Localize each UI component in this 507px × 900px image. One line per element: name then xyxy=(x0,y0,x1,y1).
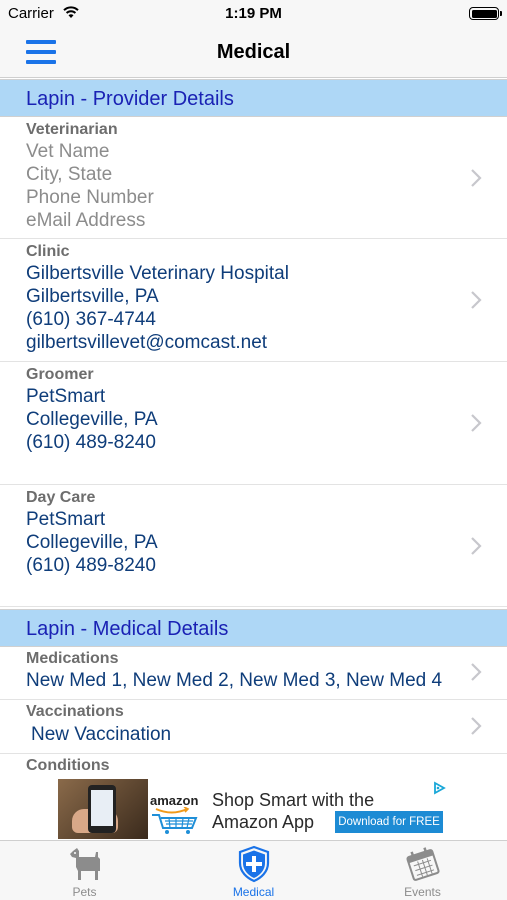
tab-medical-label: Medical xyxy=(232,885,275,899)
amazon-ad-banner[interactable]: amazon Shop Smart with the Amazon App Do… xyxy=(58,779,448,839)
ad-phone-image xyxy=(58,779,148,839)
medical-details-header: Lapin - Medical Details xyxy=(0,609,507,647)
vaccinations-value: New Vaccination xyxy=(31,724,172,745)
vaccinations-row[interactable]: Vaccinations New Vaccination xyxy=(0,700,507,754)
tab-medical[interactable]: Medical xyxy=(169,841,338,900)
medications-label: Medications xyxy=(26,650,119,667)
chevron-right-icon xyxy=(471,717,482,735)
medications-row[interactable]: Medications New Med 1, New Med 2, New Me… xyxy=(0,647,507,700)
groomer-location: Collegeville, PA xyxy=(26,409,158,430)
clinic-location: Gilbertsville, PA xyxy=(26,286,159,307)
page-title: Medical xyxy=(216,41,291,63)
provider-details-title: Lapin - Provider Details xyxy=(26,88,234,110)
battery-icon xyxy=(469,7,502,20)
tab-bar: Pets Medical Events xyxy=(0,840,507,900)
chevron-right-icon xyxy=(471,663,482,681)
clinic-phone: (610) 367-4744 xyxy=(26,309,156,330)
medical-shield-icon xyxy=(238,845,269,883)
daycare-label: Day Care xyxy=(26,489,96,506)
groomer-name: PetSmart xyxy=(26,386,106,407)
chevron-right-icon xyxy=(471,169,482,187)
veterinarian-row[interactable]: Veterinarian Vet Name City, State Phone … xyxy=(0,117,507,239)
vet-email: eMail Address xyxy=(26,210,146,231)
groomer-label: Groomer xyxy=(26,366,94,383)
vaccinations-label: Vaccinations xyxy=(26,703,124,720)
daycare-name: PetSmart xyxy=(26,509,106,530)
ad-headline-line-1: Shop Smart with the xyxy=(212,790,375,810)
daycare-phone: (610) 489-8240 xyxy=(26,555,156,576)
tab-pets-label: Pets xyxy=(72,885,97,899)
vet-location: City, State xyxy=(26,164,113,185)
clinic-email: gilbertsvillevet@comcast.net xyxy=(26,332,268,353)
adchoices-icon[interactable] xyxy=(432,781,446,795)
amazon-wordmark: amazon xyxy=(150,793,199,808)
tab-events-label: Events xyxy=(404,885,441,899)
daycare-row[interactable]: Day Care PetSmart Collegeville, PA (610)… xyxy=(0,485,507,607)
calendar-icon xyxy=(405,847,440,881)
shopping-cart-icon xyxy=(152,814,198,834)
clinic-label: Clinic xyxy=(26,243,70,260)
groomer-row[interactable]: Groomer PetSmart Collegeville, PA (610) … xyxy=(0,362,507,485)
conditions-label: Conditions xyxy=(26,757,110,774)
tab-pets[interactable]: Pets xyxy=(0,841,169,900)
dog-icon xyxy=(69,848,100,880)
provider-details-header: Lapin - Provider Details xyxy=(0,79,507,117)
chevron-right-icon xyxy=(471,537,482,555)
clinic-row[interactable]: Clinic Gilbertsville Veterinary Hospital… xyxy=(0,239,507,362)
amazon-logo: amazon xyxy=(150,787,200,834)
vet-phone: Phone Number xyxy=(26,187,154,208)
medical-details-title: Lapin - Medical Details xyxy=(26,618,229,640)
status-bar: Carrier 1:19 PM xyxy=(0,0,507,28)
veterinarian-label: Veterinarian xyxy=(26,121,118,138)
chevron-right-icon xyxy=(471,291,482,309)
vet-name: Vet Name xyxy=(26,141,110,162)
daycare-location: Collegeville, PA xyxy=(26,532,158,553)
tab-events[interactable]: Events xyxy=(338,841,507,900)
clinic-name: Gilbertsville Veterinary Hospital xyxy=(26,263,289,284)
navigation-bar: Medical xyxy=(0,28,507,78)
groomer-phone: (610) 489-8240 xyxy=(26,432,156,453)
download-button[interactable]: Download for FREE xyxy=(335,811,443,833)
chevron-right-icon xyxy=(471,414,482,432)
medications-value: New Med 1, New Med 2, New Med 3, New Med… xyxy=(26,670,443,691)
clock-time: 1:19 PM xyxy=(225,5,282,22)
